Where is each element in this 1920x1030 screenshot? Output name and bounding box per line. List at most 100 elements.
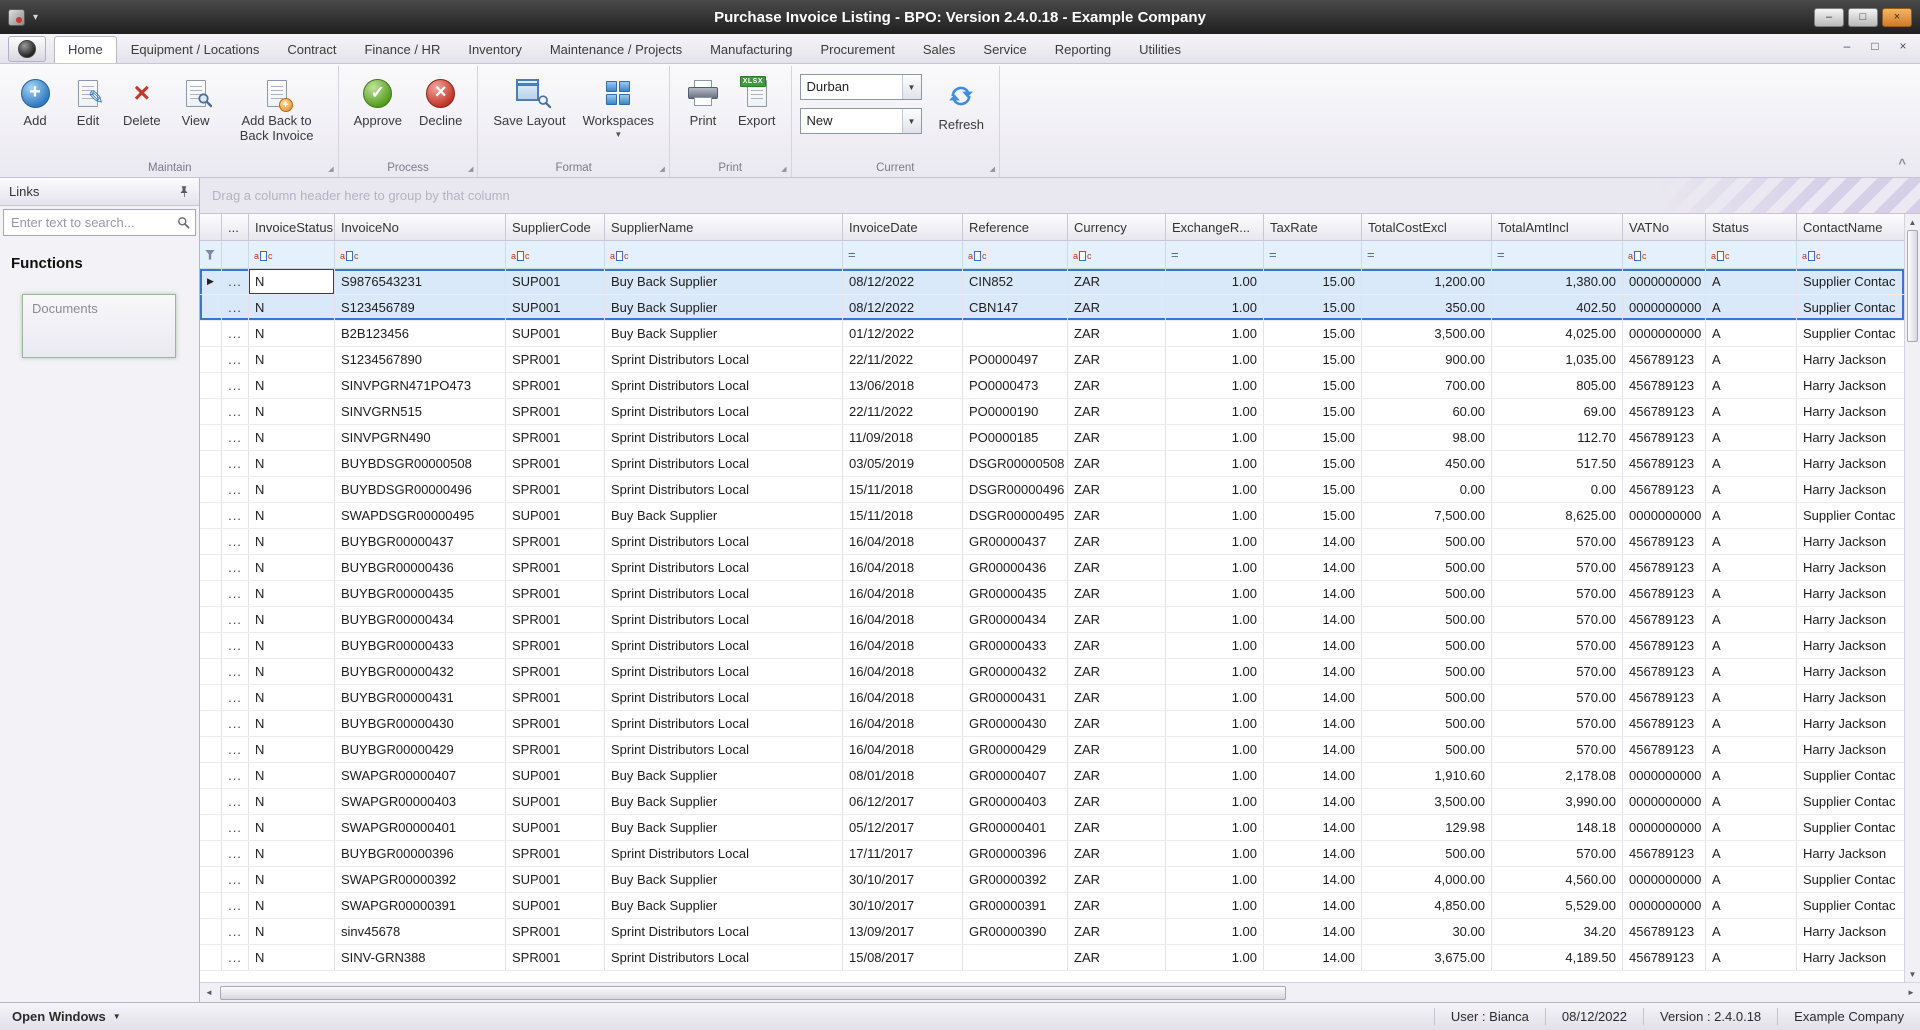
cell-TotalAmtIncl[interactable]: 1,380.00 [1492, 269, 1623, 294]
column-header-SupplierCode[interactable]: SupplierCode [506, 214, 605, 240]
cell-Reference[interactable]: GR00000437 [963, 529, 1068, 554]
cell-InvoiceStatus[interactable]: N [249, 503, 335, 528]
cell-Currency[interactable]: ZAR [1068, 841, 1166, 866]
cell-InvoiceDate[interactable]: 06/12/2017 [843, 789, 963, 814]
cell-VATNo[interactable]: 0000000000 [1623, 893, 1706, 918]
cell-SupplierCode[interactable]: SPR001 [506, 451, 605, 476]
cell-Reference[interactable]: GR00000432 [963, 659, 1068, 684]
cell-Status[interactable]: A [1706, 659, 1797, 684]
cell-InvoiceNo[interactable]: BUYBDSGR00000508 [335, 451, 506, 476]
cell-ContactName[interactable]: Supplier Contac [1797, 893, 1904, 918]
row-expand-button[interactable]: ... [222, 477, 249, 502]
cell-InvoiceStatus[interactable]: N [249, 399, 335, 424]
cell-InvoiceNo[interactable]: BUYBGR00000430 [335, 711, 506, 736]
cell-InvoiceStatus[interactable]: N [249, 607, 335, 632]
cell-Currency[interactable]: ZAR [1068, 945, 1166, 970]
cell-SupplierCode[interactable]: SPR001 [506, 347, 605, 372]
tab-service[interactable]: Service [969, 36, 1040, 63]
cell-TotalCostExcl[interactable]: 3,500.00 [1362, 789, 1492, 814]
cell-Status[interactable]: A [1706, 477, 1797, 502]
cell-InvoiceStatus[interactable]: N [249, 893, 335, 918]
cell-SupplierCode[interactable]: SPR001 [506, 477, 605, 502]
cell-TotalAmtIncl[interactable]: 570.00 [1492, 841, 1623, 866]
decline-button[interactable]: Decline [412, 70, 469, 158]
cell-TotalAmtIncl[interactable]: 2,178.08 [1492, 763, 1623, 788]
cell-InvoiceDate[interactable]: 22/11/2022 [843, 399, 963, 424]
cell-InvoiceStatus[interactable]: N [249, 295, 335, 320]
cell-SupplierName[interactable]: Sprint Distributors Local [605, 399, 843, 424]
cell-VATNo[interactable]: 0000000000 [1623, 295, 1706, 320]
cell-InvoiceDate[interactable]: 11/09/2018 [843, 425, 963, 450]
dialog-launcher-icon[interactable]: ◢ [468, 165, 473, 173]
cell-Reference[interactable]: DSGR00000496 [963, 477, 1068, 502]
cell-VATNo[interactable]: 456789123 [1623, 919, 1706, 944]
cell-InvoiceDate[interactable]: 30/10/2017 [843, 867, 963, 892]
cell-SupplierName[interactable]: Sprint Distributors Local [605, 737, 843, 762]
cell-Reference[interactable]: GR00000429 [963, 737, 1068, 762]
cell-Reference[interactable]: GR00000433 [963, 633, 1068, 658]
cell-InvoiceStatus[interactable]: N [249, 373, 335, 398]
cell-Currency[interactable]: ZAR [1068, 399, 1166, 424]
tab-finance-hr[interactable]: Finance / HR [350, 36, 454, 63]
row-expand-button[interactable]: ... [222, 425, 249, 450]
cell-InvoiceNo[interactable]: sinv45678 [335, 919, 506, 944]
cell-TotalAmtIncl[interactable]: 402.50 [1492, 295, 1623, 320]
cell-TotalAmtIncl[interactable]: 5,529.00 [1492, 893, 1623, 918]
cell-InvoiceStatus[interactable]: N [249, 633, 335, 658]
cell-Status[interactable]: A [1706, 451, 1797, 476]
cell-InvoiceNo[interactable]: SWAPGR00000391 [335, 893, 506, 918]
workspaces-button[interactable]: Workspaces ▼ [576, 70, 661, 158]
cell-ExchangeRate[interactable]: 1.00 [1166, 477, 1264, 502]
column-header-Currency[interactable]: Currency [1068, 214, 1166, 240]
dialog-launcher-icon[interactable]: ◢ [990, 165, 995, 173]
cell-TaxRate[interactable]: 14.00 [1264, 893, 1362, 918]
cell-ContactName[interactable]: Harry Jackson [1797, 945, 1904, 970]
cell-TaxRate[interactable]: 15.00 [1264, 269, 1362, 294]
cell-InvoiceDate[interactable]: 16/04/2018 [843, 607, 963, 632]
cell-InvoiceDate[interactable]: 08/12/2022 [843, 295, 963, 320]
cell-Currency[interactable]: ZAR [1068, 867, 1166, 892]
cell-InvoiceStatus[interactable]: N [249, 581, 335, 606]
table-row[interactable]: ...NSINVPGRN490SPR001Sprint Distributors… [200, 425, 1904, 451]
cell-Reference[interactable]: GR00000396 [963, 841, 1068, 866]
row-expand-button[interactable]: ... [222, 373, 249, 398]
cell-InvoiceDate[interactable]: 15/11/2018 [843, 477, 963, 502]
cell-VATNo[interactable]: 456789123 [1623, 347, 1706, 372]
cell-SupplierName[interactable]: Buy Back Supplier [605, 321, 843, 346]
cell-TotalCostExcl[interactable]: 7,500.00 [1362, 503, 1492, 528]
column-header-InvoiceDate[interactable]: InvoiceDate [843, 214, 963, 240]
table-row[interactable]: ...NBUYBGR00000435SPR001Sprint Distribut… [200, 581, 1904, 607]
cell-SupplierCode[interactable]: SPR001 [506, 841, 605, 866]
cell-InvoiceNo[interactable]: BUYBGR00000396 [335, 841, 506, 866]
row-expand-button[interactable]: ... [222, 607, 249, 632]
vertical-scrollbar[interactable]: ▲ ▼ [1904, 214, 1920, 982]
cell-Status[interactable]: A [1706, 893, 1797, 918]
cell-InvoiceNo[interactable]: BUYBGR00000434 [335, 607, 506, 632]
table-row[interactable]: ...NSINVPGRN471PO473SPR001Sprint Distrib… [200, 373, 1904, 399]
cell-InvoiceNo[interactable]: SWAPGR00000392 [335, 867, 506, 892]
cell-Reference[interactable] [963, 321, 1068, 346]
column-header-VATNo[interactable]: VATNo [1623, 214, 1706, 240]
cell-TotalCostExcl[interactable]: 900.00 [1362, 347, 1492, 372]
row-expand-button[interactable]: ... [222, 711, 249, 736]
pin-icon[interactable] [178, 185, 190, 198]
cell-Reference[interactable]: GR00000431 [963, 685, 1068, 710]
column-header-TotalCostExcl[interactable]: TotalCostExcl [1362, 214, 1492, 240]
row-expand-button[interactable]: ... [222, 295, 249, 320]
cell-SupplierCode[interactable]: SUP001 [506, 789, 605, 814]
cell-InvoiceStatus[interactable]: N [249, 867, 335, 892]
maximize-button[interactable]: □ [1848, 8, 1878, 27]
column-header-Status[interactable]: Status [1706, 214, 1797, 240]
cell-TaxRate[interactable]: 14.00 [1264, 711, 1362, 736]
cell-InvoiceNo[interactable]: SWAPGR00000401 [335, 815, 506, 840]
table-row[interactable]: ...NBUYBGR00000432SPR001Sprint Distribut… [200, 659, 1904, 685]
delete-button[interactable]: Delete [116, 70, 168, 158]
cell-InvoiceDate[interactable]: 16/04/2018 [843, 581, 963, 606]
cell-SupplierName[interactable]: Buy Back Supplier [605, 295, 843, 320]
scroll-down-icon[interactable]: ▼ [1905, 966, 1920, 982]
cell-TotalAmtIncl[interactable]: 3,990.00 [1492, 789, 1623, 814]
cell-TotalAmtIncl[interactable]: 570.00 [1492, 529, 1623, 554]
cell-TotalAmtIncl[interactable]: 148.18 [1492, 815, 1623, 840]
cell-Status[interactable]: A [1706, 789, 1797, 814]
cell-SupplierCode[interactable]: SPR001 [506, 919, 605, 944]
